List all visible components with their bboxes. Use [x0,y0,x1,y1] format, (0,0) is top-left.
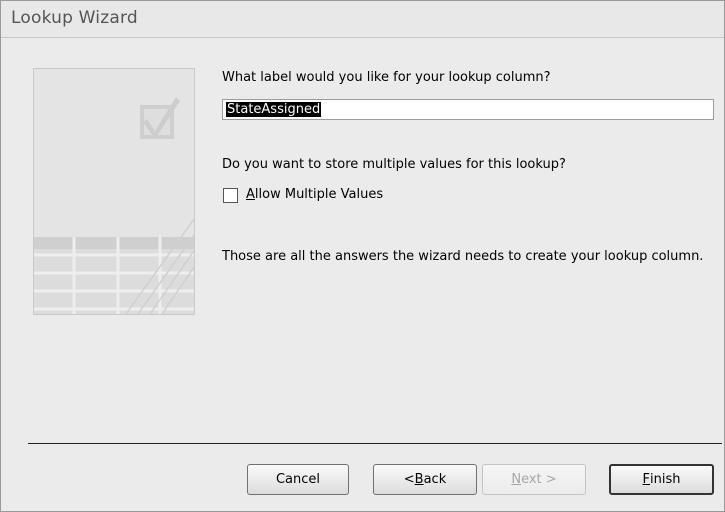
summary-text: Those are all the answers the wizard nee… [222,249,704,264]
checkmark-icon [140,97,180,139]
allow-multiple-label[interactable]: Allow Multiple Values [246,187,383,202]
illustration-graphic [34,97,195,315]
next-label-rest: ext > [521,472,557,487]
finish-button[interactable]: Finish [609,464,714,495]
button-divider [28,443,722,444]
back-button[interactable]: < Back [373,464,477,495]
window-title: Lookup Wizard [11,8,138,28]
next-button[interactable]: Next > [482,464,586,495]
back-label-rest: ack [423,472,447,487]
title-bar[interactable]: Lookup Wizard [1,1,724,38]
cancel-button[interactable]: Cancel [247,464,349,495]
lookup-label-field[interactable]: StateAssigned [222,99,714,120]
finish-label-rest: inish [650,472,681,487]
label-question: What label would you like for your looku… [222,70,551,85]
next-accel: N [511,472,522,487]
finish-accel: F [642,472,650,487]
lookup-label-value: StateAssigned [226,102,322,117]
multi-value-question: Do you want to store multiple values for… [222,157,566,172]
back-accel: B [414,472,424,487]
allow-multiple-label-rest: llow Multiple Values [254,187,384,202]
allow-multiple-checkbox[interactable] [223,188,238,203]
allow-multiple-accel: A [246,187,255,202]
back-prefix: < [403,472,415,487]
lookup-wizard-dialog: Lookup Wizard What label would you like … [0,0,725,512]
table-grid-icon [34,218,195,315]
lookup-wizard-illustration [33,68,195,315]
